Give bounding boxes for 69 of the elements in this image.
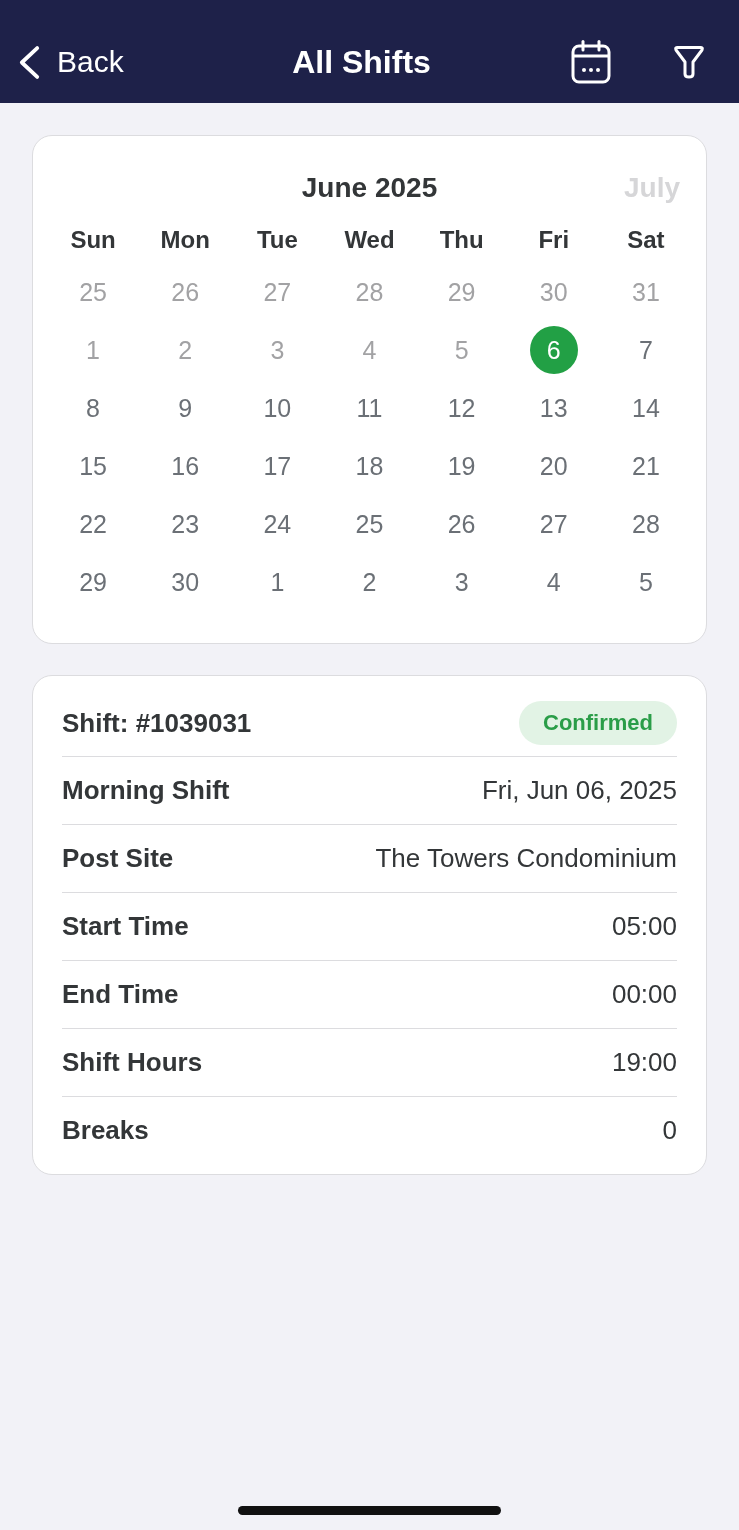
detail-value: 19:00 — [611, 1047, 677, 1078]
weekday-label: Tue — [256, 226, 298, 254]
calendar-day[interactable]: 15 — [69, 442, 118, 490]
filter-icon[interactable] — [673, 45, 705, 79]
calendar-day[interactable]: 22 — [69, 500, 118, 548]
detail-label: Shift Hours — [62, 1047, 203, 1078]
calendar-day[interactable]: 14 — [621, 384, 670, 432]
weekday-label: Thu — [439, 226, 484, 254]
detail-label: Post Site — [62, 843, 174, 874]
calendar-day[interactable]: 6 — [529, 326, 578, 374]
calendar-day[interactable]: 3 — [253, 326, 302, 374]
calendar-day[interactable]: 10 — [253, 384, 302, 432]
calendar-day[interactable]: 12 — [437, 384, 486, 432]
detail-value: 05:00 — [611, 911, 677, 942]
detail-label: Start Time — [62, 911, 189, 942]
detail-value: 0 — [662, 1115, 677, 1146]
calendar-day[interactable]: 31 — [621, 268, 670, 316]
calendar-day[interactable]: 9 — [161, 384, 210, 432]
calendar-day[interactable]: 17 — [253, 442, 302, 490]
calendar-day[interactable]: 11 — [345, 384, 394, 432]
status-badge: Confirmed — [519, 701, 677, 745]
calendar-day[interactable]: 2 — [161, 326, 210, 374]
calendar-day[interactable]: 25 — [345, 500, 394, 548]
calendar-day[interactable]: 13 — [529, 384, 578, 432]
calendar-day[interactable]: 18 — [345, 442, 394, 490]
calendar-day[interactable]: 5 — [621, 558, 670, 606]
calendar-day[interactable]: 23 — [161, 500, 210, 548]
detail-value: The Towers Condominium — [375, 843, 677, 874]
calendar-day[interactable]: 28 — [345, 268, 394, 316]
shift-number: Shift: #1039031 — [62, 707, 252, 739]
month-title: June 2025 — [301, 172, 438, 204]
calendar-day[interactable]: 5 — [437, 326, 486, 374]
weekday-label: Sat — [627, 226, 665, 254]
weekday-label: Mon — [160, 226, 210, 254]
detail-label: Morning Shift — [62, 775, 230, 806]
calendar-day[interactable]: 1 — [253, 558, 302, 606]
calendar-day[interactable]: 28 — [621, 500, 670, 548]
calendar-day[interactable]: 2 — [345, 558, 394, 606]
calendar-day[interactable]: 29 — [69, 558, 118, 606]
detail-label: Breaks — [62, 1115, 149, 1146]
chevron-left-icon — [18, 44, 41, 80]
calendar-day[interactable]: 4 — [345, 326, 394, 374]
weekday-label: Wed — [344, 226, 395, 254]
back-button[interactable]: Back — [18, 44, 124, 80]
calendar-day[interactable]: 7 — [621, 326, 670, 374]
calendar-icon[interactable] — [571, 40, 611, 84]
weekday-label: Fri — [538, 226, 570, 254]
calendar-day[interactable]: 30 — [529, 268, 578, 316]
calendar-day[interactable]: 8 — [69, 384, 118, 432]
calendar-day[interactable]: 24 — [253, 500, 302, 548]
calendar-day[interactable]: 29 — [437, 268, 486, 316]
calendar-day[interactable]: 19 — [437, 442, 486, 490]
calendar-day[interactable]: 27 — [529, 500, 578, 548]
calendar-day[interactable]: 21 — [621, 442, 670, 490]
screen-title: All Shifts — [292, 43, 431, 81]
calendar-day[interactable]: 30 — [161, 558, 210, 606]
calendar-day[interactable]: 16 — [161, 442, 210, 490]
calendar-day[interactable]: 1 — [69, 326, 118, 374]
calendar-day[interactable]: 20 — [529, 442, 578, 490]
detail-label: End Time — [62, 979, 179, 1010]
calendar-day[interactable]: 4 — [529, 558, 578, 606]
detail-value: 00:00 — [611, 979, 677, 1010]
weekday-label: Sun — [70, 226, 116, 254]
calendar-day[interactable]: 27 — [253, 268, 302, 316]
calendar-day[interactable]: 26 — [437, 500, 486, 548]
calendar-day[interactable]: 26 — [161, 268, 210, 316]
calendar-day[interactable]: 3 — [437, 558, 486, 606]
calendar-day[interactable]: 25 — [69, 268, 118, 316]
detail-value: Fri, Jun 06, 2025 — [481, 775, 677, 806]
